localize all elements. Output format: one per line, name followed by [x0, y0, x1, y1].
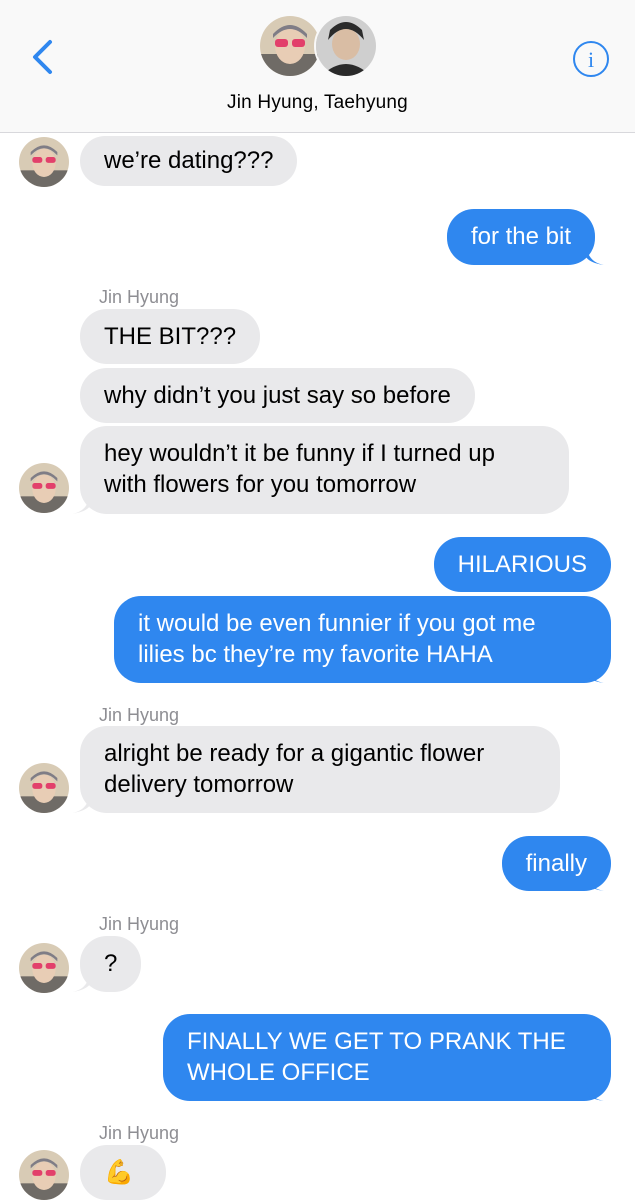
avatar[interactable] [19, 463, 69, 513]
message-text: THE BIT??? [104, 323, 237, 350]
message-bubble-incoming[interactable]: alright be ready for a gigantic flower d… [80, 726, 560, 813]
message-text: we’re dating??? [104, 147, 274, 174]
back-button[interactable] [26, 36, 62, 80]
message-text-line: WHOLE OFFICE [187, 1059, 370, 1086]
message-text: ? [104, 950, 118, 977]
bubble-tail [72, 970, 90, 992]
avatar[interactable] [19, 137, 69, 187]
message-text-line: alright be ready for a gigantic flower [104, 740, 485, 767]
bubble-tail [586, 869, 604, 891]
message-bubble-outgoing[interactable]: it would be even funnier if you got me l… [114, 596, 611, 683]
message-text-line: it would be even funnier if you got me [138, 610, 536, 637]
chevron-left-icon [33, 40, 52, 74]
bubble-tail [586, 661, 604, 683]
avatar-taehyung[interactable] [314, 14, 378, 78]
message-bubble-incoming[interactable]: why didn’t you just say so before [80, 368, 475, 423]
message-bubble-outgoing[interactable]: HILARIOUS [433, 537, 611, 592]
message-text-line: with flowers for you tomorrow [104, 471, 417, 498]
message-text-line: hey wouldn’t it be funny if I turned up [104, 440, 495, 467]
sender-name: Jin Hyung [99, 914, 180, 934]
sender-name: Jin Hyung [99, 287, 180, 307]
bubble-tail [72, 791, 90, 813]
svg-text:i: i [588, 47, 594, 72]
conversation-title: Jin Hyung, Taehyung [227, 92, 408, 113]
message-text: why didn’t you just say so before [104, 382, 451, 409]
message-text: for the bit [470, 223, 571, 250]
message-text: HILARIOUS [457, 551, 587, 578]
message-bubble-incoming[interactable]: hey wouldn’t it be funny if I turned up … [80, 426, 569, 514]
avatar[interactable] [19, 763, 69, 813]
sender-name: Jin Hyung [99, 705, 180, 725]
info-circle-icon: i [573, 41, 609, 77]
info-button[interactable]: i [572, 40, 610, 78]
bubble-tail [72, 492, 90, 514]
flexed-biceps-emoji: 💪 [104, 1159, 134, 1186]
message-text-line: delivery tomorrow [104, 771, 294, 798]
avatar-jin-hyung[interactable] [258, 14, 322, 78]
sender-name: Jin Hyung [99, 1123, 180, 1143]
message-bubble-incoming[interactable]: THE BIT??? [80, 309, 261, 364]
message-bubble-outgoing[interactable]: for the bit [446, 209, 595, 265]
message-text-line: lilies bc they’re my favorite HAHA [138, 641, 493, 668]
message-text-line: FINALLY WE GET TO PRANK THE [187, 1028, 566, 1055]
message-text: finally [525, 850, 587, 877]
message-bubble-outgoing[interactable]: FINALLY WE GET TO PRANK THE WHOLE OFFICE [163, 1014, 611, 1101]
conversation-header: i Jin Hyung, Taehyung [0, 0, 635, 133]
bubble-tail [586, 243, 604, 265]
bubble-tail [586, 1079, 604, 1101]
avatar[interactable] [19, 1150, 69, 1200]
avatar[interactable] [19, 943, 69, 993]
message-bubble-incoming[interactable]: 💪 [80, 1145, 166, 1200]
message-bubble-incoming[interactable]: we’re dating??? [80, 136, 298, 186]
